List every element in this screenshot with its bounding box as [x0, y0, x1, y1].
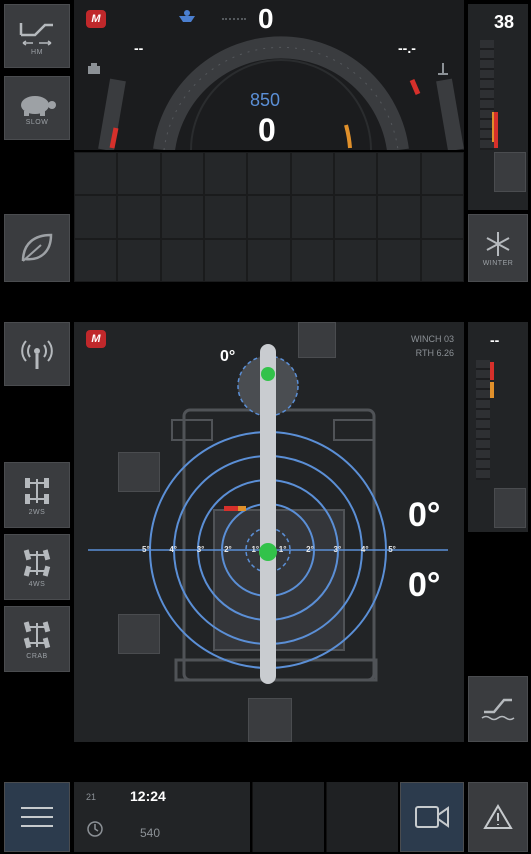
function-cell[interactable]	[247, 195, 291, 239]
ring-label: 1°	[278, 545, 287, 554]
brand-badge: M	[86, 10, 106, 28]
mode-label: 2WS	[28, 508, 46, 516]
mode-crab-button[interactable]: CRAB	[4, 606, 70, 672]
camera-icon	[415, 806, 449, 828]
function-cell[interactable]	[420, 238, 464, 282]
dotted-indicator	[222, 18, 246, 20]
angle-right-1: 0°	[408, 496, 441, 534]
eco-button[interactable]	[4, 214, 70, 282]
mode-label: CRAB	[26, 652, 48, 660]
function-cell[interactable]	[377, 195, 421, 239]
clock-time: 12:24	[130, 788, 166, 804]
boom-water-button[interactable]	[468, 676, 528, 742]
boom-water-icon	[481, 698, 515, 721]
function-cell[interactable]	[333, 238, 378, 282]
function-cell[interactable]	[247, 238, 291, 282]
function-cell[interactable]	[377, 238, 421, 282]
right-small-button-2[interactable]	[494, 488, 526, 528]
function-cell[interactable]	[160, 152, 204, 196]
right-dash-middle: --	[490, 332, 500, 348]
bottom-number: 540	[140, 826, 161, 840]
bottom-empty-2[interactable]	[326, 782, 398, 852]
function-cell[interactable]	[117, 238, 161, 282]
anchor-icon	[438, 63, 448, 75]
function-cell[interactable]	[333, 152, 378, 196]
gauge-small-value: 850	[250, 90, 281, 110]
fuel-icon	[88, 63, 100, 74]
function-cell[interactable]	[420, 152, 464, 196]
function-cell[interactable]	[203, 152, 248, 196]
function-cell[interactable]	[160, 238, 204, 282]
angle-right-2: 0°	[408, 566, 441, 604]
function-cell[interactable]	[74, 238, 118, 282]
ring-label: 2°	[224, 545, 232, 554]
function-cell[interactable]	[420, 195, 464, 239]
bottom-left-number: 21	[86, 792, 97, 802]
hm-label: HM	[31, 48, 43, 56]
warning-icon	[483, 804, 513, 829]
winter-button[interactable]: WINTER	[468, 214, 528, 282]
ring-label: 2°	[306, 545, 314, 554]
boom-status-icon	[179, 10, 195, 22]
function-cell[interactable]	[377, 152, 421, 196]
gauge-big-value: 0	[258, 112, 276, 148]
function-cell[interactable]	[74, 195, 118, 239]
leaf-icon	[21, 233, 53, 262]
turtle-icon	[21, 95, 56, 116]
function-cell[interactable]	[117, 152, 161, 196]
ring-label: 3°	[196, 545, 205, 554]
snowflake-icon	[486, 231, 510, 256]
slow-button[interactable]: SLOW	[4, 76, 70, 140]
bottom-cell-button[interactable]	[248, 698, 292, 742]
boom-hm-icon	[19, 22, 53, 46]
function-grid	[74, 152, 464, 282]
function-cell[interactable]	[290, 238, 334, 282]
mode-4ws-button[interactable]: 4WS	[4, 534, 70, 600]
ring-label: 4°	[169, 545, 178, 554]
mode-label: 4WS	[28, 580, 46, 588]
ring-label: 4°	[360, 545, 369, 554]
ring-label: 1°	[251, 545, 260, 554]
camera-button[interactable]	[400, 782, 464, 852]
bottom-empty-1[interactable]	[252, 782, 324, 852]
steering-crab-icon	[23, 620, 51, 648]
right-dash: --.-	[398, 40, 416, 56]
right-meter-fill2	[492, 112, 494, 142]
steering-4ws-icon	[23, 548, 51, 577]
function-cell[interactable]	[203, 238, 248, 282]
antenna-icon	[21, 340, 53, 369]
function-cell[interactable]	[160, 195, 204, 239]
warning-button[interactable]	[468, 782, 528, 852]
menu-button[interactable]	[4, 782, 70, 852]
remote-button[interactable]	[4, 322, 70, 386]
right-meter-fill-orange	[490, 382, 494, 398]
left-dash: --	[134, 40, 144, 56]
function-cell[interactable]	[290, 152, 334, 196]
function-cell[interactable]	[117, 195, 161, 239]
slow-label: SLOW	[25, 118, 49, 126]
mode-2ws-button[interactable]: 2WS	[4, 462, 70, 528]
right-meter-fill	[494, 112, 498, 148]
function-cell[interactable]	[74, 152, 118, 196]
function-cell[interactable]	[247, 152, 291, 196]
hours-icon	[87, 821, 103, 837]
ring-label: 3°	[333, 545, 342, 554]
function-cell[interactable]	[203, 195, 248, 239]
function-cell[interactable]	[290, 195, 334, 239]
winter-label: WINTER	[482, 259, 514, 267]
right-meter-bar-2	[476, 360, 490, 480]
steering-2ws-icon	[25, 477, 49, 504]
crane-diagram	[88, 344, 448, 684]
right-meter-fill-red	[490, 362, 494, 380]
ring-label: 5°	[142, 545, 150, 554]
menu-icon	[21, 807, 53, 827]
function-cell[interactable]	[333, 195, 378, 239]
right-number: 38	[494, 12, 515, 32]
ring-labels: 5° 4° 3° 2° 1° 1° 2° 3° 4° 5°	[142, 545, 396, 559]
right-small-button[interactable]	[494, 152, 526, 192]
ring-label: 5°	[388, 545, 396, 554]
hm-button[interactable]: HM	[4, 4, 70, 68]
